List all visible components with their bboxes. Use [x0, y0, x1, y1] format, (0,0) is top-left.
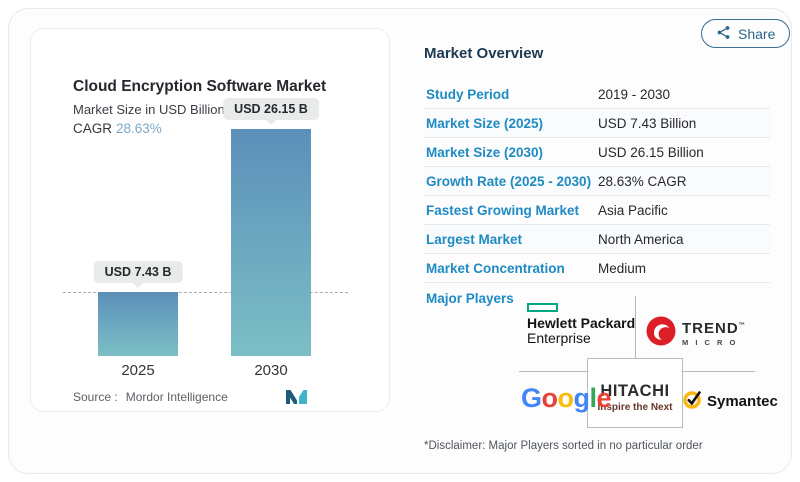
row-label: Market Size (2030)	[426, 145, 598, 160]
hpe-green-rect-icon	[527, 303, 558, 312]
hpe-logo-line2: Enterprise	[527, 331, 635, 346]
mordor-intelligence-logo-icon	[286, 388, 310, 410]
trend-micro-wordmark: TREND™ M I C R O	[682, 320, 746, 347]
trend-line1: TREND	[682, 320, 739, 337]
row-value: 2019 - 2030	[598, 87, 670, 102]
google-letter: G	[521, 383, 542, 413]
bar-label-wrap: USD 26.15 B	[223, 98, 319, 120]
trend-line2: M I C R O	[682, 338, 746, 347]
x-axis-label-2030: 2030	[231, 362, 311, 379]
chart-title: Cloud Encryption Software Market	[73, 78, 326, 96]
table-row-market-concentration: Market Concentration Medium	[424, 254, 770, 283]
table-row-study-period: Study Period 2019 - 2030	[424, 80, 770, 109]
source-attribution: Source : Mordor Intelligence	[73, 390, 228, 404]
row-label: Fastest Growing Market	[426, 203, 598, 218]
row-value: USD 7.43 Billion	[598, 116, 696, 131]
hewlett-packard-enterprise-logo: Hewlett Packard Enterprise	[527, 303, 635, 346]
google-logo: Google	[521, 383, 611, 414]
row-value: Asia Pacific	[598, 203, 668, 218]
market-overview-heading: Market Overview	[424, 45, 543, 62]
row-label: Market Concentration	[426, 261, 598, 276]
source-value: Mordor Intelligence	[126, 390, 228, 404]
table-row-largest-market: Largest Market North America	[424, 225, 770, 254]
table-row-market-size-2030: Market Size (2030) USD 26.15 Billion	[424, 138, 770, 167]
symantec-wordmark: Symantec	[707, 393, 778, 410]
bar-value-label-2030: USD 26.15 B	[223, 98, 319, 120]
share-icon	[716, 25, 731, 43]
table-row-growth-rate: Growth Rate (2025 - 2030) 28.63% CAGR	[424, 167, 770, 196]
google-letter: o	[542, 383, 558, 413]
share-button[interactable]: Share	[701, 19, 790, 48]
row-label: Growth Rate (2025 - 2030)	[426, 174, 598, 189]
row-value: 28.63% CAGR	[598, 174, 687, 189]
symantec-logo: Symantec	[682, 388, 778, 415]
trend-micro-logo: TREND™ M I C R O	[646, 316, 746, 351]
bar-column-2030: USD 26.15 B	[231, 101, 311, 356]
major-players-label: Major Players	[426, 291, 514, 306]
google-letter: l	[590, 383, 597, 413]
bar-2030	[231, 129, 311, 356]
table-row-market-size-2025: Market Size (2025) USD 7.43 Billion	[424, 109, 770, 138]
row-value: Medium	[598, 261, 646, 276]
source-label: Source :	[73, 390, 118, 404]
symantec-checkmark-icon	[682, 388, 704, 415]
hpe-logo-line1: Hewlett Packard	[527, 316, 635, 331]
bar-value-label-2025: USD 7.43 B	[94, 261, 183, 283]
table-row-fastest-growing-market: Fastest Growing Market Asia Pacific	[424, 196, 770, 225]
x-axis-label-2025: 2025	[98, 362, 178, 379]
share-button-label: Share	[738, 26, 775, 42]
bar-2025	[98, 292, 178, 356]
chart-card: Cloud Encryption Software Market Market …	[30, 28, 390, 412]
row-label: Study Period	[426, 87, 598, 102]
row-label: Market Size (2025)	[426, 116, 598, 131]
google-letter: e	[597, 383, 612, 413]
logo-grid-horizontal-divider-right	[683, 371, 755, 372]
google-letter: g	[574, 383, 590, 413]
disclaimer-text: *Disclaimer: Major Players sorted in no …	[424, 440, 703, 452]
bar-chart: USD 7.43 B USD 26.15 B	[31, 101, 391, 356]
trademark-symbol: ™	[739, 322, 747, 329]
bar-label-wrap: USD 7.43 B	[94, 261, 183, 283]
trend-micro-ball-icon	[646, 316, 676, 351]
bar-column-2025: USD 7.43 B	[98, 101, 178, 356]
row-value: USD 26.15 Billion	[598, 145, 704, 160]
market-overview-page: Cloud Encryption Software Market Market …	[0, 0, 800, 482]
market-overview-table: Study Period 2019 - 2030 Market Size (20…	[424, 80, 770, 283]
logo-grid-horizontal-divider-left	[519, 371, 587, 372]
row-value: North America	[598, 232, 684, 247]
row-label: Largest Market	[426, 232, 598, 247]
google-letter: o	[558, 383, 574, 413]
